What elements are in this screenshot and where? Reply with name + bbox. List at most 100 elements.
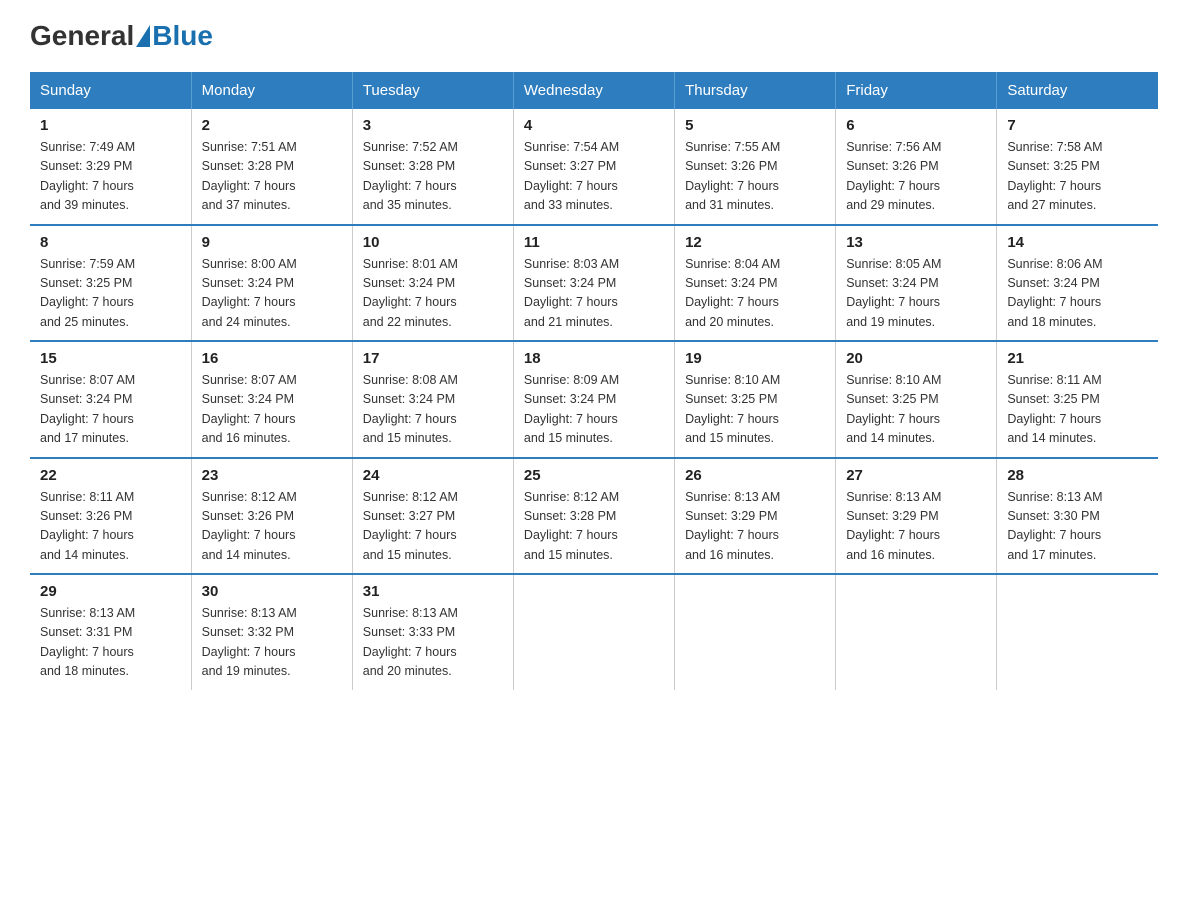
- calendar-cell: 20 Sunrise: 8:10 AM Sunset: 3:25 PM Dayl…: [836, 341, 997, 458]
- calendar-cell: [675, 574, 836, 690]
- day-number: 6: [846, 117, 986, 134]
- col-sunday: Sunday: [30, 72, 191, 109]
- day-number: 12: [685, 234, 825, 251]
- day-info: Sunrise: 7:54 AM Sunset: 3:27 PM Dayligh…: [524, 138, 664, 216]
- calendar-cell: 28 Sunrise: 8:13 AM Sunset: 3:30 PM Dayl…: [997, 458, 1158, 575]
- calendar-cell: 4 Sunrise: 7:54 AM Sunset: 3:27 PM Dayli…: [513, 109, 674, 225]
- calendar-cell: 17 Sunrise: 8:08 AM Sunset: 3:24 PM Dayl…: [352, 341, 513, 458]
- day-number: 17: [363, 350, 503, 367]
- day-number: 14: [1007, 234, 1148, 251]
- day-info: Sunrise: 8:10 AM Sunset: 3:25 PM Dayligh…: [846, 371, 986, 449]
- calendar-cell: 18 Sunrise: 8:09 AM Sunset: 3:24 PM Dayl…: [513, 341, 674, 458]
- calendar-cell: 19 Sunrise: 8:10 AM Sunset: 3:25 PM Dayl…: [675, 341, 836, 458]
- day-info: Sunrise: 8:13 AM Sunset: 3:29 PM Dayligh…: [685, 488, 825, 566]
- day-number: 1: [40, 117, 181, 134]
- day-info: Sunrise: 8:12 AM Sunset: 3:26 PM Dayligh…: [202, 488, 342, 566]
- calendar-week-2: 8 Sunrise: 7:59 AM Sunset: 3:25 PM Dayli…: [30, 225, 1158, 342]
- calendar-week-5: 29 Sunrise: 8:13 AM Sunset: 3:31 PM Dayl…: [30, 574, 1158, 690]
- calendar-cell: 31 Sunrise: 8:13 AM Sunset: 3:33 PM Dayl…: [352, 574, 513, 690]
- day-number: 31: [363, 583, 503, 600]
- day-info: Sunrise: 8:00 AM Sunset: 3:24 PM Dayligh…: [202, 255, 342, 333]
- day-number: 21: [1007, 350, 1148, 367]
- day-number: 24: [363, 467, 503, 484]
- calendar-table: Sunday Monday Tuesday Wednesday Thursday…: [30, 72, 1158, 690]
- day-info: Sunrise: 8:07 AM Sunset: 3:24 PM Dayligh…: [202, 371, 342, 449]
- calendar-cell: 3 Sunrise: 7:52 AM Sunset: 3:28 PM Dayli…: [352, 109, 513, 225]
- logo-general-text: General: [30, 20, 134, 52]
- calendar-cell: [997, 574, 1158, 690]
- day-number: 23: [202, 467, 342, 484]
- calendar-cell: 16 Sunrise: 8:07 AM Sunset: 3:24 PM Dayl…: [191, 341, 352, 458]
- calendar-cell: 22 Sunrise: 8:11 AM Sunset: 3:26 PM Dayl…: [30, 458, 191, 575]
- day-info: Sunrise: 8:09 AM Sunset: 3:24 PM Dayligh…: [524, 371, 664, 449]
- calendar-cell: 30 Sunrise: 8:13 AM Sunset: 3:32 PM Dayl…: [191, 574, 352, 690]
- day-info: Sunrise: 8:08 AM Sunset: 3:24 PM Dayligh…: [363, 371, 503, 449]
- day-info: Sunrise: 7:59 AM Sunset: 3:25 PM Dayligh…: [40, 255, 181, 333]
- day-number: 7: [1007, 117, 1148, 134]
- day-number: 20: [846, 350, 986, 367]
- day-info: Sunrise: 8:13 AM Sunset: 3:30 PM Dayligh…: [1007, 488, 1148, 566]
- day-number: 11: [524, 234, 664, 251]
- calendar-week-3: 15 Sunrise: 8:07 AM Sunset: 3:24 PM Dayl…: [30, 341, 1158, 458]
- calendar-cell: 7 Sunrise: 7:58 AM Sunset: 3:25 PM Dayli…: [997, 109, 1158, 225]
- day-info: Sunrise: 8:01 AM Sunset: 3:24 PM Dayligh…: [363, 255, 503, 333]
- logo-blue-text: Blue: [152, 20, 213, 52]
- calendar-cell: 8 Sunrise: 7:59 AM Sunset: 3:25 PM Dayli…: [30, 225, 191, 342]
- day-number: 29: [40, 583, 181, 600]
- calendar-cell: 5 Sunrise: 7:55 AM Sunset: 3:26 PM Dayli…: [675, 109, 836, 225]
- day-number: 16: [202, 350, 342, 367]
- calendar-cell: 10 Sunrise: 8:01 AM Sunset: 3:24 PM Dayl…: [352, 225, 513, 342]
- calendar-cell: 11 Sunrise: 8:03 AM Sunset: 3:24 PM Dayl…: [513, 225, 674, 342]
- day-number: 4: [524, 117, 664, 134]
- calendar-cell: 1 Sunrise: 7:49 AM Sunset: 3:29 PM Dayli…: [30, 109, 191, 225]
- col-tuesday: Tuesday: [352, 72, 513, 109]
- col-monday: Monday: [191, 72, 352, 109]
- calendar-cell: 21 Sunrise: 8:11 AM Sunset: 3:25 PM Dayl…: [997, 341, 1158, 458]
- day-number: 18: [524, 350, 664, 367]
- calendar-cell: 27 Sunrise: 8:13 AM Sunset: 3:29 PM Dayl…: [836, 458, 997, 575]
- page-header: General Blue: [30, 20, 1158, 52]
- col-wednesday: Wednesday: [513, 72, 674, 109]
- day-info: Sunrise: 8:13 AM Sunset: 3:31 PM Dayligh…: [40, 604, 181, 682]
- day-info: Sunrise: 7:58 AM Sunset: 3:25 PM Dayligh…: [1007, 138, 1148, 216]
- col-friday: Friday: [836, 72, 997, 109]
- calendar-cell: [513, 574, 674, 690]
- day-info: Sunrise: 8:04 AM Sunset: 3:24 PM Dayligh…: [685, 255, 825, 333]
- calendar-cell: 9 Sunrise: 8:00 AM Sunset: 3:24 PM Dayli…: [191, 225, 352, 342]
- calendar-cell: 6 Sunrise: 7:56 AM Sunset: 3:26 PM Dayli…: [836, 109, 997, 225]
- calendar-cell: 29 Sunrise: 8:13 AM Sunset: 3:31 PM Dayl…: [30, 574, 191, 690]
- calendar-week-4: 22 Sunrise: 8:11 AM Sunset: 3:26 PM Dayl…: [30, 458, 1158, 575]
- day-number: 13: [846, 234, 986, 251]
- day-info: Sunrise: 8:12 AM Sunset: 3:27 PM Dayligh…: [363, 488, 503, 566]
- day-info: Sunrise: 8:05 AM Sunset: 3:24 PM Dayligh…: [846, 255, 986, 333]
- day-info: Sunrise: 8:10 AM Sunset: 3:25 PM Dayligh…: [685, 371, 825, 449]
- day-info: Sunrise: 7:55 AM Sunset: 3:26 PM Dayligh…: [685, 138, 825, 216]
- day-number: 10: [363, 234, 503, 251]
- day-number: 25: [524, 467, 664, 484]
- calendar-cell: 15 Sunrise: 8:07 AM Sunset: 3:24 PM Dayl…: [30, 341, 191, 458]
- calendar-cell: 24 Sunrise: 8:12 AM Sunset: 3:27 PM Dayl…: [352, 458, 513, 575]
- calendar-cell: 14 Sunrise: 8:06 AM Sunset: 3:24 PM Dayl…: [997, 225, 1158, 342]
- col-saturday: Saturday: [997, 72, 1158, 109]
- day-info: Sunrise: 7:51 AM Sunset: 3:28 PM Dayligh…: [202, 138, 342, 216]
- day-info: Sunrise: 8:13 AM Sunset: 3:33 PM Dayligh…: [363, 604, 503, 682]
- day-info: Sunrise: 7:52 AM Sunset: 3:28 PM Dayligh…: [363, 138, 503, 216]
- day-number: 15: [40, 350, 181, 367]
- day-number: 30: [202, 583, 342, 600]
- day-info: Sunrise: 7:56 AM Sunset: 3:26 PM Dayligh…: [846, 138, 986, 216]
- calendar-cell: [836, 574, 997, 690]
- day-number: 9: [202, 234, 342, 251]
- day-info: Sunrise: 8:06 AM Sunset: 3:24 PM Dayligh…: [1007, 255, 1148, 333]
- header-row: Sunday Monday Tuesday Wednesday Thursday…: [30, 72, 1158, 109]
- day-info: Sunrise: 7:49 AM Sunset: 3:29 PM Dayligh…: [40, 138, 181, 216]
- day-info: Sunrise: 8:03 AM Sunset: 3:24 PM Dayligh…: [524, 255, 664, 333]
- day-info: Sunrise: 8:12 AM Sunset: 3:28 PM Dayligh…: [524, 488, 664, 566]
- day-info: Sunrise: 8:13 AM Sunset: 3:29 PM Dayligh…: [846, 488, 986, 566]
- day-number: 5: [685, 117, 825, 134]
- calendar-cell: 23 Sunrise: 8:12 AM Sunset: 3:26 PM Dayl…: [191, 458, 352, 575]
- day-number: 8: [40, 234, 181, 251]
- calendar-week-1: 1 Sunrise: 7:49 AM Sunset: 3:29 PM Dayli…: [30, 109, 1158, 225]
- calendar-cell: 2 Sunrise: 7:51 AM Sunset: 3:28 PM Dayli…: [191, 109, 352, 225]
- day-info: Sunrise: 8:07 AM Sunset: 3:24 PM Dayligh…: [40, 371, 181, 449]
- day-number: 27: [846, 467, 986, 484]
